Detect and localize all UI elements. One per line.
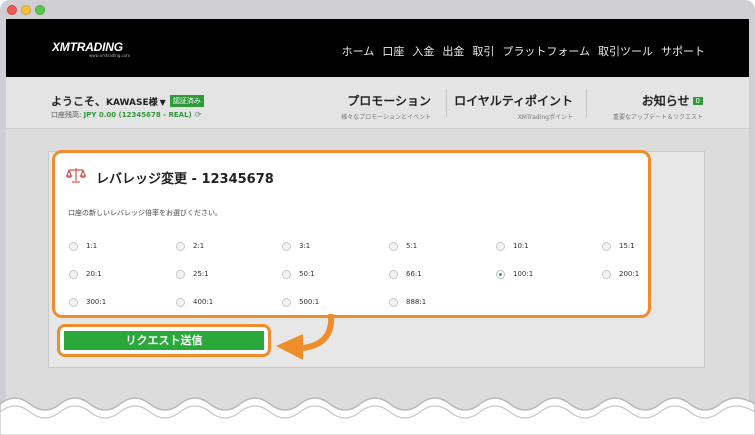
radio-button[interactable]: [389, 269, 398, 279]
nav-withdraw[interactable]: 出金: [442, 43, 464, 59]
option-label: 2:1: [193, 242, 205, 250]
option-label: 500:1: [299, 298, 320, 306]
refresh-icon[interactable]: ⟳: [195, 110, 202, 119]
option-label: 50:1: [299, 270, 315, 278]
window-controls: [7, 5, 45, 15]
promotions-subtitle: 様々なプロモーションとイベント: [341, 114, 431, 121]
nav-platform[interactable]: プラットフォーム: [502, 43, 590, 59]
leverage-option-200-1[interactable]: 200:1: [602, 269, 639, 279]
top-navigation-bar: XMTRADING www.xmtrading.com ホーム 口座 入金 出金…: [6, 19, 749, 77]
option-label: 10:1: [513, 242, 529, 250]
radio-button[interactable]: [602, 269, 611, 279]
option-label: 25:1: [193, 270, 209, 278]
minimize-window-button[interactable]: [21, 5, 31, 15]
leverage-change-dialog: レバレッジ変更 - 12345678 口座の新しいレバレッジ倍率をお選びください…: [52, 150, 651, 318]
leverage-option-10-1[interactable]: 10:1: [496, 241, 529, 251]
nav-tools[interactable]: 取引ツール: [598, 43, 653, 59]
nav-home[interactable]: ホーム: [342, 43, 375, 59]
leverage-option-2-1[interactable]: 2:1: [176, 241, 204, 251]
radio-button[interactable]: [282, 241, 291, 251]
radio-button[interactable]: [496, 241, 505, 251]
verified-badge: 認証済み: [169, 95, 204, 107]
option-label: 300:1: [86, 298, 107, 306]
option-label: 5:1: [406, 242, 418, 250]
dialog-description: 口座の新しいレバレッジ倍率をお選びください。: [68, 209, 222, 217]
radio-button[interactable]: [282, 269, 291, 279]
leverage-option-300-1[interactable]: 300:1: [69, 297, 106, 307]
radio-button[interactable]: [176, 297, 185, 307]
option-label: 15:1: [619, 242, 635, 250]
pointer-arrow-icon: [276, 314, 335, 360]
notifications-title: お知らせ 0: [613, 92, 703, 109]
radio-button-selected[interactable]: [496, 269, 505, 279]
loyalty-subtitle: XMTradingポイント: [517, 114, 573, 121]
close-window-button[interactable]: [7, 5, 17, 15]
account-bar: ようこそ、KAWASE様 ▼ 認証済み 口座残高: JPY 0.00 (123456…: [6, 77, 749, 129]
radio-button[interactable]: [69, 269, 78, 279]
maximize-window-button[interactable]: [35, 5, 45, 15]
option-label: 3:1: [299, 242, 311, 250]
loyalty-link[interactable]: ロイヤルティポイント XMTradingポイント: [454, 92, 573, 121]
loyalty-title: ロイヤルティポイント: [454, 94, 573, 108]
submit-highlight: リクエスト送信: [57, 324, 271, 357]
radio-button[interactable]: [69, 297, 78, 307]
nav-trade[interactable]: 取引: [472, 43, 494, 59]
leverage-option-888-1[interactable]: 888:1: [389, 297, 426, 307]
notifications-subtitle: 重要なアップデート＆リクエスト: [612, 114, 703, 121]
option-label: 20:1: [86, 270, 102, 278]
torn-edge: [0, 397, 755, 435]
logo-url: www.xmtrading.com: [89, 53, 131, 58]
submit-request-button[interactable]: リクエスト送信: [64, 331, 264, 350]
balance-value: JPY 0.00 (12345678 - REAL): [83, 111, 192, 119]
radio-button[interactable]: [176, 241, 185, 251]
account-balance: 口座残高: JPY 0.00 (12345678 - REAL) ⟳: [51, 110, 201, 120]
option-label: 1:1: [86, 242, 98, 250]
divider: [586, 89, 587, 117]
radio-button[interactable]: [389, 241, 398, 251]
option-label: 100:1: [513, 270, 534, 278]
promotions-link[interactable]: プロモーション 様々なプロモーションとイベント: [341, 92, 431, 121]
dialog-title: レバレッジ変更 - 12345678: [96, 172, 274, 187]
caret-down-icon[interactable]: ▼: [160, 98, 166, 107]
nav-support[interactable]: サポート: [661, 43, 705, 59]
leverage-option-25-1[interactable]: 25:1: [176, 269, 209, 279]
radio-button[interactable]: [602, 241, 611, 251]
option-label: 400:1: [193, 298, 214, 306]
leverage-option-50-1[interactable]: 50:1: [282, 269, 315, 279]
balance-label: 口座残高:: [51, 111, 84, 119]
radio-button[interactable]: [176, 269, 185, 279]
window-frame: XMTRADING www.xmtrading.com ホーム 口座 入金 出金…: [0, 0, 755, 435]
radio-button[interactable]: [282, 297, 291, 307]
notifications-link[interactable]: お知らせ 0 重要なアップデート＆リクエスト: [613, 92, 703, 121]
xm-logo[interactable]: XMTRADING: [52, 40, 123, 54]
main-nav: ホーム 口座 入金 出金 取引 プラットフォーム 取引ツール サポート: [342, 43, 705, 59]
notification-count-badge: 0: [692, 97, 703, 105]
option-label: 66:1: [406, 270, 422, 278]
divider: [446, 89, 447, 117]
username-menu[interactable]: KAWASE様: [106, 98, 158, 108]
leverage-option-100-1[interactable]: 100:1: [496, 269, 533, 279]
option-label: 200:1: [619, 270, 640, 278]
radio-button[interactable]: [389, 297, 398, 307]
leverage-option-400-1[interactable]: 400:1: [176, 297, 213, 307]
leverage-option-5-1[interactable]: 5:1: [389, 241, 417, 251]
leverage-option-66-1[interactable]: 66:1: [389, 269, 422, 279]
notifications-label: お知らせ: [641, 94, 690, 108]
radio-button[interactable]: [69, 241, 78, 251]
leverage-option-3-1[interactable]: 3:1: [282, 241, 310, 251]
scales-icon: [66, 168, 86, 183]
leverage-option-20-1[interactable]: 20:1: [69, 269, 102, 279]
welcome-text: ようこそ、KAWASE様 ▼ 認証済み: [51, 93, 204, 109]
leverage-option-1-1[interactable]: 1:1: [69, 241, 97, 251]
leverage-option-500-1[interactable]: 500:1: [282, 297, 319, 307]
browser-viewport: XMTRADING www.xmtrading.com ホーム 口座 入金 出金…: [6, 19, 749, 435]
nav-deposit[interactable]: 入金: [412, 43, 434, 59]
welcome-label: ようこそ、: [51, 95, 106, 108]
promotions-title: プロモーション: [347, 94, 431, 108]
option-label: 888:1: [406, 298, 427, 306]
nav-account[interactable]: 口座: [382, 43, 404, 59]
leverage-option-15-1[interactable]: 15:1: [602, 241, 635, 251]
